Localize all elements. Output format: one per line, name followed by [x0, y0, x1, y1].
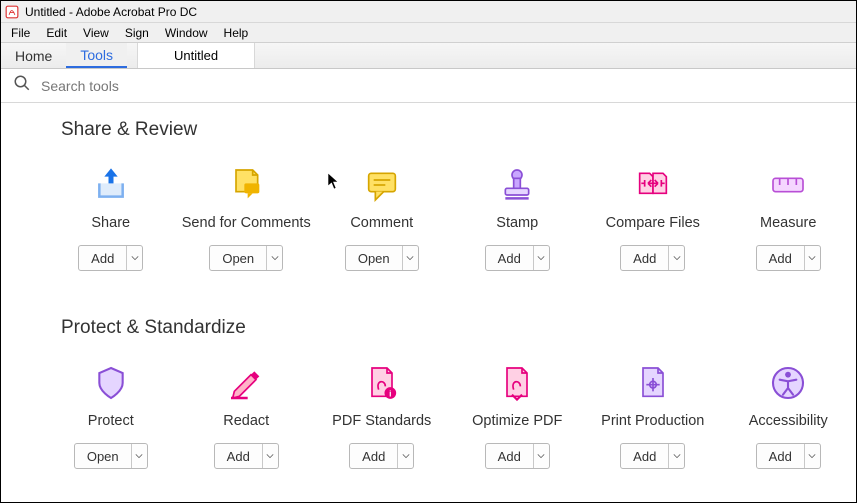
- accessibility-icon: [768, 361, 808, 405]
- button-label[interactable]: Add: [215, 444, 262, 468]
- tool-pdf-standards[interactable]: i PDF Standards Add: [314, 361, 450, 469]
- tool-compare-files[interactable]: Compare Files Add: [585, 163, 721, 271]
- tool-comment[interactable]: Comment Open: [314, 163, 450, 271]
- send-comments-icon: [226, 163, 266, 207]
- tool-action-button[interactable]: Add: [756, 443, 821, 469]
- tool-action-button[interactable]: Add: [485, 443, 550, 469]
- search-icon: [13, 74, 31, 97]
- tool-share[interactable]: Share Add: [43, 163, 179, 271]
- svg-text:i: i: [389, 388, 391, 398]
- compare-files-icon: [633, 163, 673, 207]
- menu-file[interactable]: File: [3, 24, 38, 42]
- tool-print-production[interactable]: Print Production Add: [585, 361, 721, 469]
- tool-label: Protect: [88, 413, 134, 429]
- tool-measure[interactable]: Measure Add: [721, 163, 857, 271]
- tool-label: PDF Standards: [332, 413, 431, 429]
- title-bar: Untitled - Adobe Acrobat Pro DC: [1, 1, 856, 23]
- chevron-down-icon[interactable]: [262, 444, 278, 468]
- tool-action-button[interactable]: Add: [756, 245, 821, 271]
- protect-icon: [91, 361, 131, 405]
- button-label[interactable]: Add: [757, 246, 804, 270]
- tool-action-button[interactable]: Add: [620, 245, 685, 271]
- tools-grid-protect-standardize: Protect Open Redact Add i PDF Standards …: [61, 361, 856, 469]
- section-title-protect-standardize: Protect & Standardize: [61, 317, 856, 339]
- tool-action-button[interactable]: Open: [345, 245, 419, 271]
- menu-sign[interactable]: Sign: [117, 24, 157, 42]
- tool-label: Stamp: [496, 215, 538, 231]
- button-label[interactable]: Add: [79, 246, 126, 270]
- tool-label: Optimize PDF: [472, 413, 562, 429]
- window-title: Untitled - Adobe Acrobat Pro DC: [25, 5, 197, 19]
- tool-action-button[interactable]: Add: [78, 245, 143, 271]
- button-label[interactable]: Open: [75, 444, 131, 468]
- tool-action-button[interactable]: Add: [620, 443, 685, 469]
- tool-action-button[interactable]: Add: [349, 443, 414, 469]
- chevron-down-icon[interactable]: [397, 444, 413, 468]
- button-label[interactable]: Add: [486, 444, 533, 468]
- tool-action-button[interactable]: Add: [214, 443, 279, 469]
- menu-bar: File Edit View Sign Window Help: [1, 23, 856, 43]
- tool-send-for-comments[interactable]: Send for Comments Open: [179, 163, 315, 271]
- tool-stamp[interactable]: Stamp Add: [450, 163, 586, 271]
- tab-bar: Home Tools Untitled: [1, 43, 856, 69]
- tools-grid-share-review: Share Add Send for Comments Open Comment…: [61, 163, 856, 271]
- button-label[interactable]: Open: [346, 246, 402, 270]
- tool-label: Compare Files: [606, 215, 700, 231]
- tool-action-button[interactable]: Add: [485, 245, 550, 271]
- tools-content: Share & Review Share Add Send for Commen…: [1, 103, 856, 502]
- stamp-icon: [497, 163, 537, 207]
- search-input[interactable]: [41, 78, 844, 94]
- optimize-pdf-icon: [497, 361, 537, 405]
- tool-redact[interactable]: Redact Add: [179, 361, 315, 469]
- button-label[interactable]: Add: [486, 246, 533, 270]
- section-title-share-review: Share & Review: [61, 119, 856, 141]
- tool-label: Share: [91, 215, 130, 231]
- tool-protect[interactable]: Protect Open: [43, 361, 179, 469]
- tool-accessibility[interactable]: Accessibility Add: [721, 361, 857, 469]
- search-bar: [1, 69, 856, 103]
- tab-tools[interactable]: Tools: [66, 43, 127, 68]
- tool-action-button[interactable]: Open: [209, 245, 283, 271]
- button-label[interactable]: Open: [210, 246, 266, 270]
- redact-icon: [226, 361, 266, 405]
- print-production-icon: [633, 361, 673, 405]
- chevron-down-icon[interactable]: [533, 444, 549, 468]
- tool-label: Comment: [350, 215, 413, 231]
- menu-help[interactable]: Help: [216, 24, 257, 42]
- tab-home[interactable]: Home: [1, 43, 66, 68]
- comment-icon: [362, 163, 402, 207]
- chevron-down-icon[interactable]: [533, 246, 549, 270]
- chevron-down-icon[interactable]: [266, 246, 282, 270]
- chevron-down-icon[interactable]: [131, 444, 147, 468]
- acrobat-app-icon: [5, 5, 19, 19]
- tool-optimize-pdf[interactable]: Optimize PDF Add: [450, 361, 586, 469]
- menu-edit[interactable]: Edit: [38, 24, 75, 42]
- chevron-down-icon[interactable]: [402, 246, 418, 270]
- button-label[interactable]: Add: [350, 444, 397, 468]
- pdf-standards-icon: i: [362, 361, 402, 405]
- menu-view[interactable]: View: [75, 24, 117, 42]
- measure-icon: [768, 163, 808, 207]
- chevron-down-icon[interactable]: [804, 444, 820, 468]
- chevron-down-icon[interactable]: [804, 246, 820, 270]
- chevron-down-icon[interactable]: [668, 246, 684, 270]
- tool-action-button[interactable]: Open: [74, 443, 148, 469]
- button-label[interactable]: Add: [621, 246, 668, 270]
- tool-label: Accessibility: [749, 413, 828, 429]
- tool-label: Print Production: [601, 413, 704, 429]
- chevron-down-icon[interactable]: [668, 444, 684, 468]
- button-label[interactable]: Add: [757, 444, 804, 468]
- share-icon: [91, 163, 131, 207]
- chevron-down-icon[interactable]: [126, 246, 142, 270]
- tool-label: Send for Comments: [182, 215, 311, 231]
- button-label[interactable]: Add: [621, 444, 668, 468]
- menu-window[interactable]: Window: [157, 24, 216, 42]
- tab-document-untitled[interactable]: Untitled: [137, 43, 255, 68]
- tool-label: Redact: [223, 413, 269, 429]
- tool-label: Measure: [760, 215, 816, 231]
